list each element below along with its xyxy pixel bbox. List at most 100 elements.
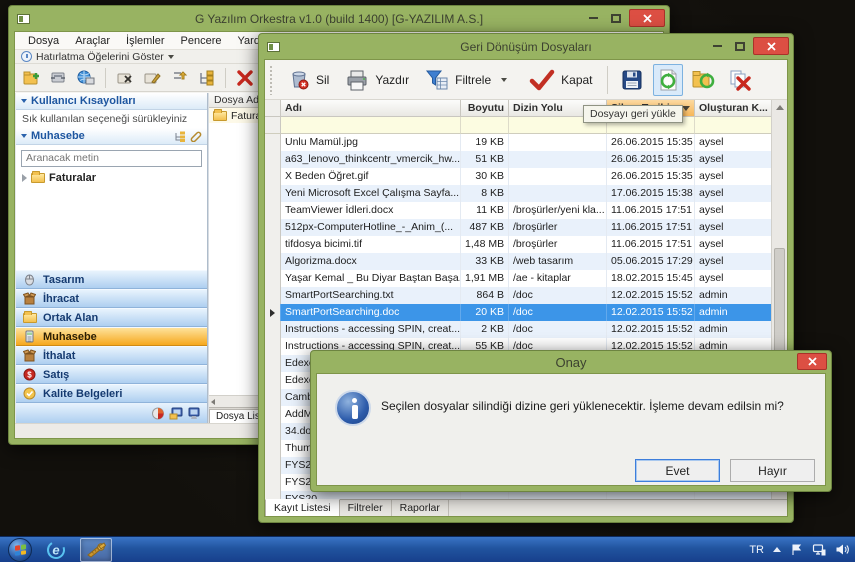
scroll-left-icon[interactable] <box>211 399 215 405</box>
filter-user[interactable] <box>695 117 775 134</box>
volume-icon[interactable] <box>835 543 849 556</box>
tree-item-faturalar[interactable]: Faturalar <box>16 170 207 186</box>
network-folder-icon[interactable] <box>75 68 97 88</box>
table-row[interactable]: a63_lenovo_thinkcentr_vmercik_hw...51 KB… <box>265 151 775 168</box>
cell-path: /ae - kitaplar <box>509 270 607 287</box>
maximize-button[interactable] <box>606 10 626 27</box>
start-button[interactable] <box>8 538 32 562</box>
chevron-down-icon[interactable] <box>501 78 507 82</box>
sidebar-item-kalite-belgeleri[interactable]: Kalite Belgeleri <box>16 384 207 403</box>
row-indicator <box>265 423 281 440</box>
computer-icon[interactable] <box>187 407 201 420</box>
delete-button[interactable]: Sil <box>280 66 337 94</box>
show-hidden-icons[interactable] <box>773 547 781 552</box>
shortcuts-header[interactable]: Kullanıcı Kısayolları <box>16 93 207 110</box>
delete-permanently-button[interactable] <box>725 64 755 96</box>
expand-icon[interactable] <box>22 174 27 182</box>
delete-icon[interactable] <box>234 68 256 88</box>
tree-view-icon[interactable] <box>174 131 186 142</box>
tab-kayit-listesi[interactable]: Kayıt Listesi <box>265 499 340 516</box>
cell-date <box>607 491 695 499</box>
header-creator[interactable]: Oluşturan K... <box>695 100 775 117</box>
table-row[interactable]: 512px-ComputerHotline_-_Anim_(...487 KB/… <box>265 219 775 236</box>
link-icon[interactable] <box>190 131 202 142</box>
row-indicator <box>265 202 281 219</box>
table-row[interactable]: Yaşar Kemal _ Bu Diyar Baştan Başa...1,9… <box>265 270 775 287</box>
sidebar-item-tasarim[interactable]: Tasarım <box>16 270 207 289</box>
edit-folder-icon[interactable] <box>141 68 163 88</box>
cell-user <box>695 491 775 499</box>
table-row[interactable]: TeamViewer İdleri.docx11 KB/broşürler/ye… <box>265 202 775 219</box>
archive-machine-icon[interactable] <box>48 68 70 88</box>
menu-pencere[interactable]: Pencere <box>174 34 229 48</box>
filter-size[interactable] <box>461 117 509 134</box>
tab-raporlar[interactable]: Raporlar <box>392 500 449 516</box>
restore-file-icon <box>657 68 679 92</box>
main-titlebar[interactable]: G Yazılım Orkestra v1.0 (build 1400) [G-… <box>9 6 669 31</box>
cell-name: Yeni Microsoft Excel Çalışma Sayfa... <box>281 185 461 202</box>
tree-structure-icon[interactable] <box>195 68 217 88</box>
restore-folder-button[interactable] <box>689 64 719 96</box>
minimize-button[interactable] <box>707 38 727 55</box>
cell-size: 1,48 MB <box>461 236 509 253</box>
search-input[interactable] <box>21 150 202 167</box>
table-row[interactable]: SmartPortSearching.doc20 KB/doc12.02.201… <box>265 304 775 321</box>
language-indicator[interactable]: TR <box>749 544 764 556</box>
action-center-flag-icon[interactable] <box>790 543 803 556</box>
sidebar-item-ihracat[interactable]: İhracat <box>16 289 207 308</box>
close-button[interactable] <box>629 9 665 27</box>
delete-folder-icon[interactable] <box>114 68 136 88</box>
menu-islemler[interactable]: İşlemler <box>119 34 172 48</box>
header-size[interactable]: Boyutu <box>461 100 509 117</box>
table-row[interactable]: Unlu Mamül.jpg19 KB26.06.2015 15:35aysel <box>265 134 775 151</box>
minimize-button[interactable] <box>583 10 603 27</box>
table-row[interactable]: tifdosya bicimi.tif1,48 MB/broşürler11.0… <box>265 236 775 253</box>
no-button[interactable]: Hayır <box>730 459 815 482</box>
dialog-titlebar[interactable]: Onay <box>311 351 831 373</box>
red-check-icon <box>529 69 555 91</box>
filter-name[interactable] <box>281 117 461 134</box>
reorder-arrows-icon[interactable] <box>168 68 190 88</box>
scroll-up-icon[interactable] <box>772 100 787 115</box>
restore-file-button[interactable] <box>653 64 683 96</box>
save-button[interactable] <box>617 64 647 96</box>
network-icon[interactable] <box>812 543 826 556</box>
cell-path: /doc <box>509 287 607 304</box>
header-name[interactable]: Adı <box>281 100 461 117</box>
toolbar-grip[interactable] <box>269 65 274 95</box>
table-row[interactable]: FYS20 <box>265 491 775 499</box>
pie-chart-icon[interactable] <box>151 407 165 420</box>
sidebar-item-ortak-alan[interactable]: Ortak Alan <box>16 308 207 327</box>
taskbar-item-ie[interactable]: e <box>40 538 72 562</box>
row-indicator <box>265 321 281 338</box>
cell-user: aysel <box>695 202 775 219</box>
sidebar-item-ithalat[interactable]: İthalat <box>16 346 207 365</box>
menu-araclar[interactable]: Araçlar <box>68 34 117 48</box>
table-row[interactable]: X Beden Öğret.gif30 KB26.06.2015 15:35ay… <box>265 168 775 185</box>
table-row[interactable]: Instructions - accessing SPIN, creat...2… <box>265 321 775 338</box>
close-panel-button[interactable]: Kapat <box>521 66 600 94</box>
sidebar-item-muhasebe[interactable]: Muhasebe <box>16 327 207 346</box>
section-header-muhasebe[interactable]: Muhasebe <box>16 128 207 145</box>
sidebar-item-satis[interactable]: $ Satış <box>16 365 207 384</box>
chevron-down-icon[interactable] <box>168 55 174 59</box>
menu-dosya[interactable]: Dosya <box>21 34 66 48</box>
cell-path <box>509 491 607 499</box>
close-button[interactable] <box>797 353 827 370</box>
computer-folder-icon[interactable] <box>169 407 183 420</box>
maximize-button[interactable] <box>730 38 750 55</box>
recycle-titlebar[interactable]: Geri Dönüşüm Dosyaları <box>259 34 793 59</box>
taskbar-item-orkestra[interactable] <box>80 538 112 562</box>
yes-button[interactable]: Evet <box>635 459 720 482</box>
close-button[interactable] <box>753 37 789 55</box>
table-row[interactable]: Algorizma.docx33 KB/web tasarım05.06.201… <box>265 253 775 270</box>
table-row[interactable]: Yeni Microsoft Excel Çalışma Sayfa...8 K… <box>265 185 775 202</box>
table-row[interactable]: SmartPortSearching.txt864 B/doc12.02.201… <box>265 287 775 304</box>
print-button[interactable]: Yazdır <box>337 66 417 94</box>
add-folder-icon[interactable] <box>21 68 43 88</box>
row-indicator <box>265 474 281 491</box>
row-indicator <box>265 491 281 499</box>
tab-filtreler[interactable]: Filtreler <box>340 500 392 516</box>
close-icon <box>643 14 652 23</box>
filter-button[interactable]: Filtrele <box>417 66 515 94</box>
